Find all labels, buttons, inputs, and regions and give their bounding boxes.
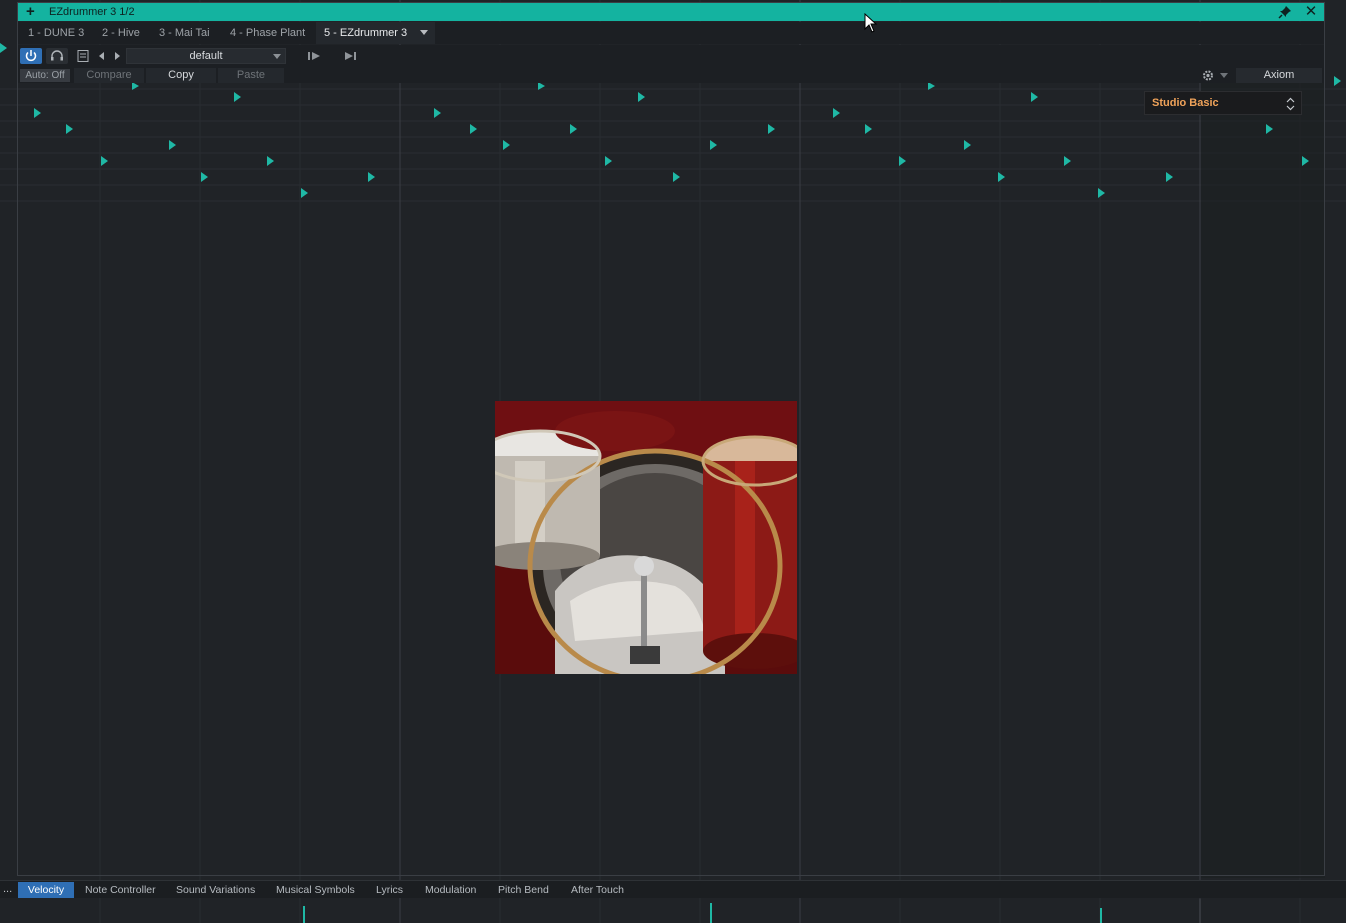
gear-icon[interactable] — [1200, 68, 1216, 83]
lane-tab-pitch-bend[interactable]: Pitch Bend — [493, 882, 554, 898]
more-lanes-button[interactable]: ... — [3, 881, 12, 897]
drum-kit-image — [495, 401, 797, 674]
lane-tab-musical-symbols[interactable]: Musical Symbols — [271, 882, 360, 898]
lane-tab-note-controller[interactable]: Note Controller — [80, 882, 161, 898]
next-preset-icon[interactable] — [111, 49, 123, 63]
pin-icon[interactable] — [1278, 5, 1292, 19]
tab-hive[interactable]: 2 - Hive — [94, 22, 148, 44]
daw-window: + EZdrummer 3 1/2 ✕ 1 - DUNE 3 2 - Hive … — [0, 0, 1346, 923]
lane-tab-modulation[interactable]: Modulation — [420, 882, 481, 898]
lane-tab-velocity[interactable]: Velocity — [18, 882, 74, 898]
close-icon[interactable]: ✕ — [1304, 3, 1318, 21]
compare-button[interactable]: Compare — [74, 68, 144, 83]
tab-dropdown-icon[interactable] — [420, 30, 428, 35]
power-button[interactable] — [20, 48, 42, 64]
lane-tab-sound-variations[interactable]: Sound Variations — [171, 882, 260, 898]
kit-selector[interactable]: Studio Basic — [1144, 91, 1302, 115]
device-selector[interactable]: Axiom — [1236, 68, 1322, 83]
editor-lane-tabs: ... Velocity Note Controller Sound Varia… — [0, 880, 1346, 898]
kit-name: Studio Basic — [1152, 97, 1219, 109]
preset-name: default — [189, 50, 223, 62]
tab-ezdrummer3[interactable]: 5 - EZdrummer 3 — [316, 22, 435, 44]
up-down-chevron-icon — [1286, 97, 1295, 111]
plugin-titlebar[interactable]: + EZdrummer 3 1/2 ✕ — [18, 3, 1324, 21]
monitor-button[interactable] — [46, 48, 68, 64]
tab-mai-tai[interactable]: 3 - Mai Tai — [151, 22, 218, 44]
add-plugin-button[interactable]: + — [26, 3, 38, 21]
plugin-window-title: EZdrummer 3 1/2 — [49, 6, 135, 18]
lane-tab-lyrics[interactable]: Lyrics — [371, 882, 408, 898]
previous-preset-icon[interactable] — [96, 49, 108, 63]
chevron-down-icon — [273, 54, 281, 59]
plugin-tab-bar: 1 - DUNE 3 2 - Hive 3 - Mai Tai 4 - Phas… — [18, 22, 1324, 44]
mouse-cursor-icon — [864, 13, 878, 33]
tab-phase-plant[interactable]: 4 - Phase Plant — [222, 22, 313, 44]
paste-button[interactable]: Paste — [218, 68, 284, 83]
load-preset-icon[interactable] — [306, 49, 324, 63]
device-options-chevron-icon[interactable] — [1220, 73, 1228, 78]
save-preset-icon[interactable] — [342, 49, 360, 63]
lane-tab-after-touch[interactable]: After Touch — [566, 882, 629, 898]
tab-dune3[interactable]: 1 - DUNE 3 — [20, 22, 92, 44]
automation-button[interactable]: Auto: Off — [20, 69, 70, 82]
power-icon — [25, 50, 37, 62]
preset-list-icon[interactable] — [76, 49, 90, 63]
preset-select[interactable]: default — [126, 48, 286, 64]
plugin-toolbar: default Auto: Off Compare Copy Paste Axi… — [18, 45, 1324, 83]
headphones-icon — [51, 50, 63, 61]
copy-button[interactable]: Copy — [146, 68, 216, 83]
